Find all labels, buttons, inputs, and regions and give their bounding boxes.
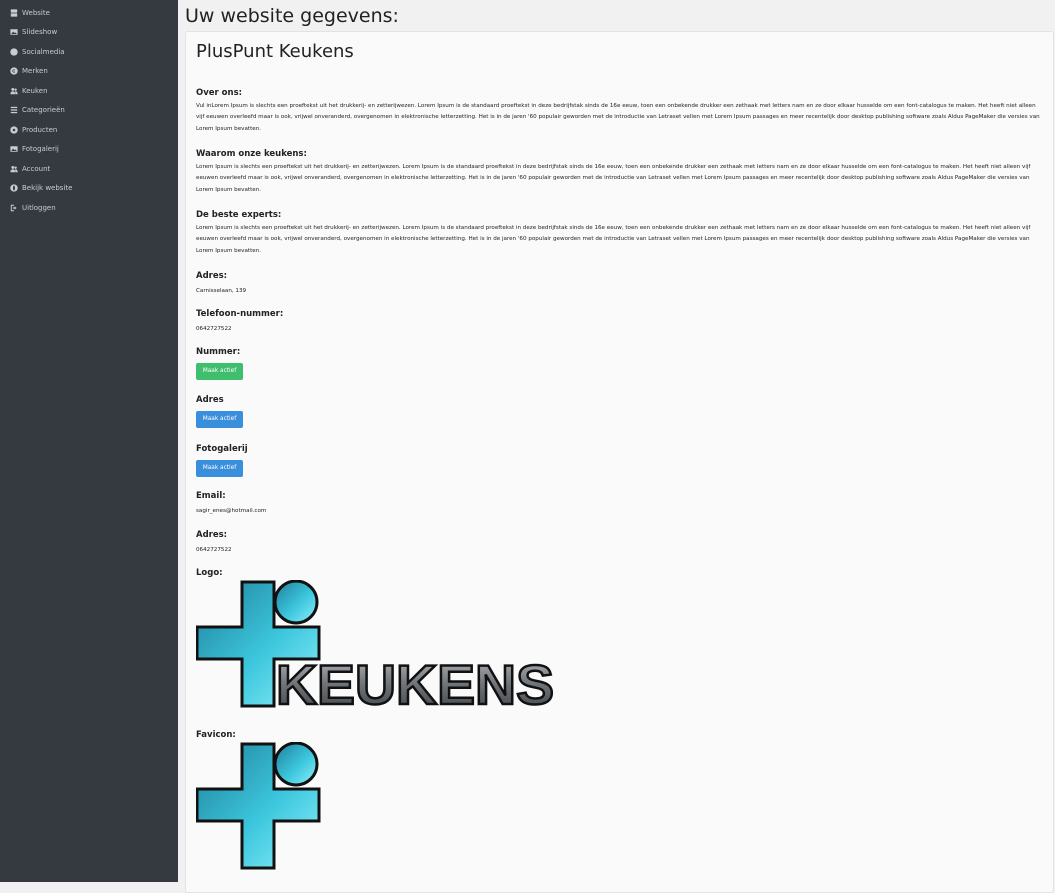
adres-activate-button[interactable]: Maak actief [196, 410, 243, 428]
section-text: Vul inLorem Ipsum is slechts een proefte… [196, 103, 1040, 132]
section-adres-2: Adres: 0642727522 [196, 530, 1043, 553]
sidebar-item-bekijk-website[interactable]: Bekijk website [0, 179, 178, 199]
section-heading: Adres [196, 395, 224, 405]
nummer-activate-button[interactable]: Maak actief [196, 362, 243, 380]
sidebar-item-label: Socialmedia [22, 47, 65, 56]
sidebar-item-keuken[interactable]: Keuken [0, 81, 178, 101]
sidebar-item-fotogalerij[interactable]: Fotogalerij [0, 140, 178, 160]
sidebar-item-socialmedia[interactable]: Socialmedia [0, 42, 178, 62]
logo-text: KEUKENS [276, 653, 554, 708]
main-content: Uw website gegevens: PlusPunt Keukens Ov… [178, 0, 1055, 893]
sidebar-item-label: Keuken [22, 86, 48, 95]
users-icon [9, 164, 18, 173]
section-heading: Telefoon-nummer: [196, 309, 284, 319]
user-circle-icon [9, 47, 18, 56]
section-heading: Waarom onze keukens: [196, 149, 307, 159]
sidebar-item-producten[interactable]: Producten [0, 120, 178, 140]
website-details-card: PlusPunt Keukens Over ons: Vul inLorem I… [185, 31, 1054, 893]
section-text: Lorem Ipsum is slechts een proeftekst ui… [196, 225, 1031, 254]
section-heading: Logo: [196, 568, 223, 578]
address-value: Carnisselaan, 139 [196, 288, 247, 294]
sidebar-item-website[interactable]: Website [0, 3, 178, 23]
sidebar-nav: Website Slideshow Socialmedia Merken Keu… [0, 0, 178, 218]
section-adres-toggle: Adres Maak actief [196, 395, 1043, 428]
section-telefoon: Telefoon-nummer: 0642727522 [196, 309, 1043, 332]
section-heading: Fotogalerij [196, 444, 248, 454]
section-heading: Nummer: [196, 347, 241, 357]
sidebar-item-uitloggen[interactable]: Uitloggen [0, 198, 178, 218]
sidebar-item-label: Producten [22, 125, 58, 134]
sidebar-item-label: Website [22, 8, 50, 17]
page-title: Uw website gegevens: [185, 5, 399, 27]
section-nummer: Nummer: Maak actief [196, 347, 1043, 380]
users-icon [9, 86, 18, 95]
image-icon [9, 28, 18, 37]
logo-image: KEUKENS [196, 580, 555, 708]
sidebar-item-slideshow[interactable]: Slideshow [0, 23, 178, 43]
section-logo: Logo: KEUKENS [196, 568, 1043, 708]
sidebar-item-categorieen[interactable]: Categorieën [0, 101, 178, 121]
site-name: PlusPunt Keukens [196, 41, 354, 62]
list-icon [9, 106, 18, 115]
section-heading: Adres: [196, 530, 228, 540]
section-heading: De beste experts: [196, 210, 282, 220]
sidebar-item-label: Fotogalerij [22, 145, 59, 154]
section-experts: De beste experts: Lorem Ipsum is slechts… [196, 210, 1043, 257]
address-2-value: 0642727522 [196, 547, 232, 553]
globe-icon [9, 184, 18, 193]
section-heading: Adres: [196, 271, 228, 281]
section-adres: Adres: Carnisselaan, 139 [196, 271, 1043, 294]
sidebar-item-label: Account [22, 164, 51, 173]
gear-icon [9, 125, 18, 134]
sign-out-icon [9, 203, 18, 212]
server-icon [9, 8, 18, 17]
favicon-image [196, 742, 321, 870]
section-text: Lorem Ipsum is slechts een proeftekst ui… [196, 164, 1031, 193]
sidebar-item-label: Merken [22, 67, 48, 76]
sidebar-item-merken[interactable]: Merken [0, 62, 178, 82]
phone-value: 0642727522 [196, 326, 232, 332]
copyright-icon [9, 67, 18, 76]
section-heading: Favicon: [196, 730, 236, 740]
section-fotogalerij: Fotogalerij Maak actief [196, 444, 1043, 477]
section-over-ons: Over ons: Vul inLorem Ipsum is slechts e… [196, 88, 1043, 135]
section-favicon: Favicon: [196, 730, 1043, 870]
sidebar-item-label: Categorieën [22, 106, 65, 115]
section-waarom: Waarom onze keukens: Lorem Ipsum is slec… [196, 149, 1043, 196]
sidebar-item-label: Slideshow [22, 28, 58, 37]
sidebar: Website Slideshow Socialmedia Merken Keu… [0, 0, 178, 882]
image-icon [9, 145, 18, 154]
sidebar-item-account[interactable]: Account [0, 159, 178, 179]
section-heading: Over ons: [196, 88, 243, 98]
fotogalerij-activate-button[interactable]: Maak actief [196, 459, 243, 477]
sidebar-item-label: Uitloggen [22, 203, 56, 212]
sidebar-item-label: Bekijk website [22, 184, 73, 193]
email-value: sagir_enes@hotmail.com [196, 508, 267, 514]
section-email: Email: sagir_enes@hotmail.com [196, 491, 1043, 514]
section-heading: Email: [196, 491, 226, 501]
